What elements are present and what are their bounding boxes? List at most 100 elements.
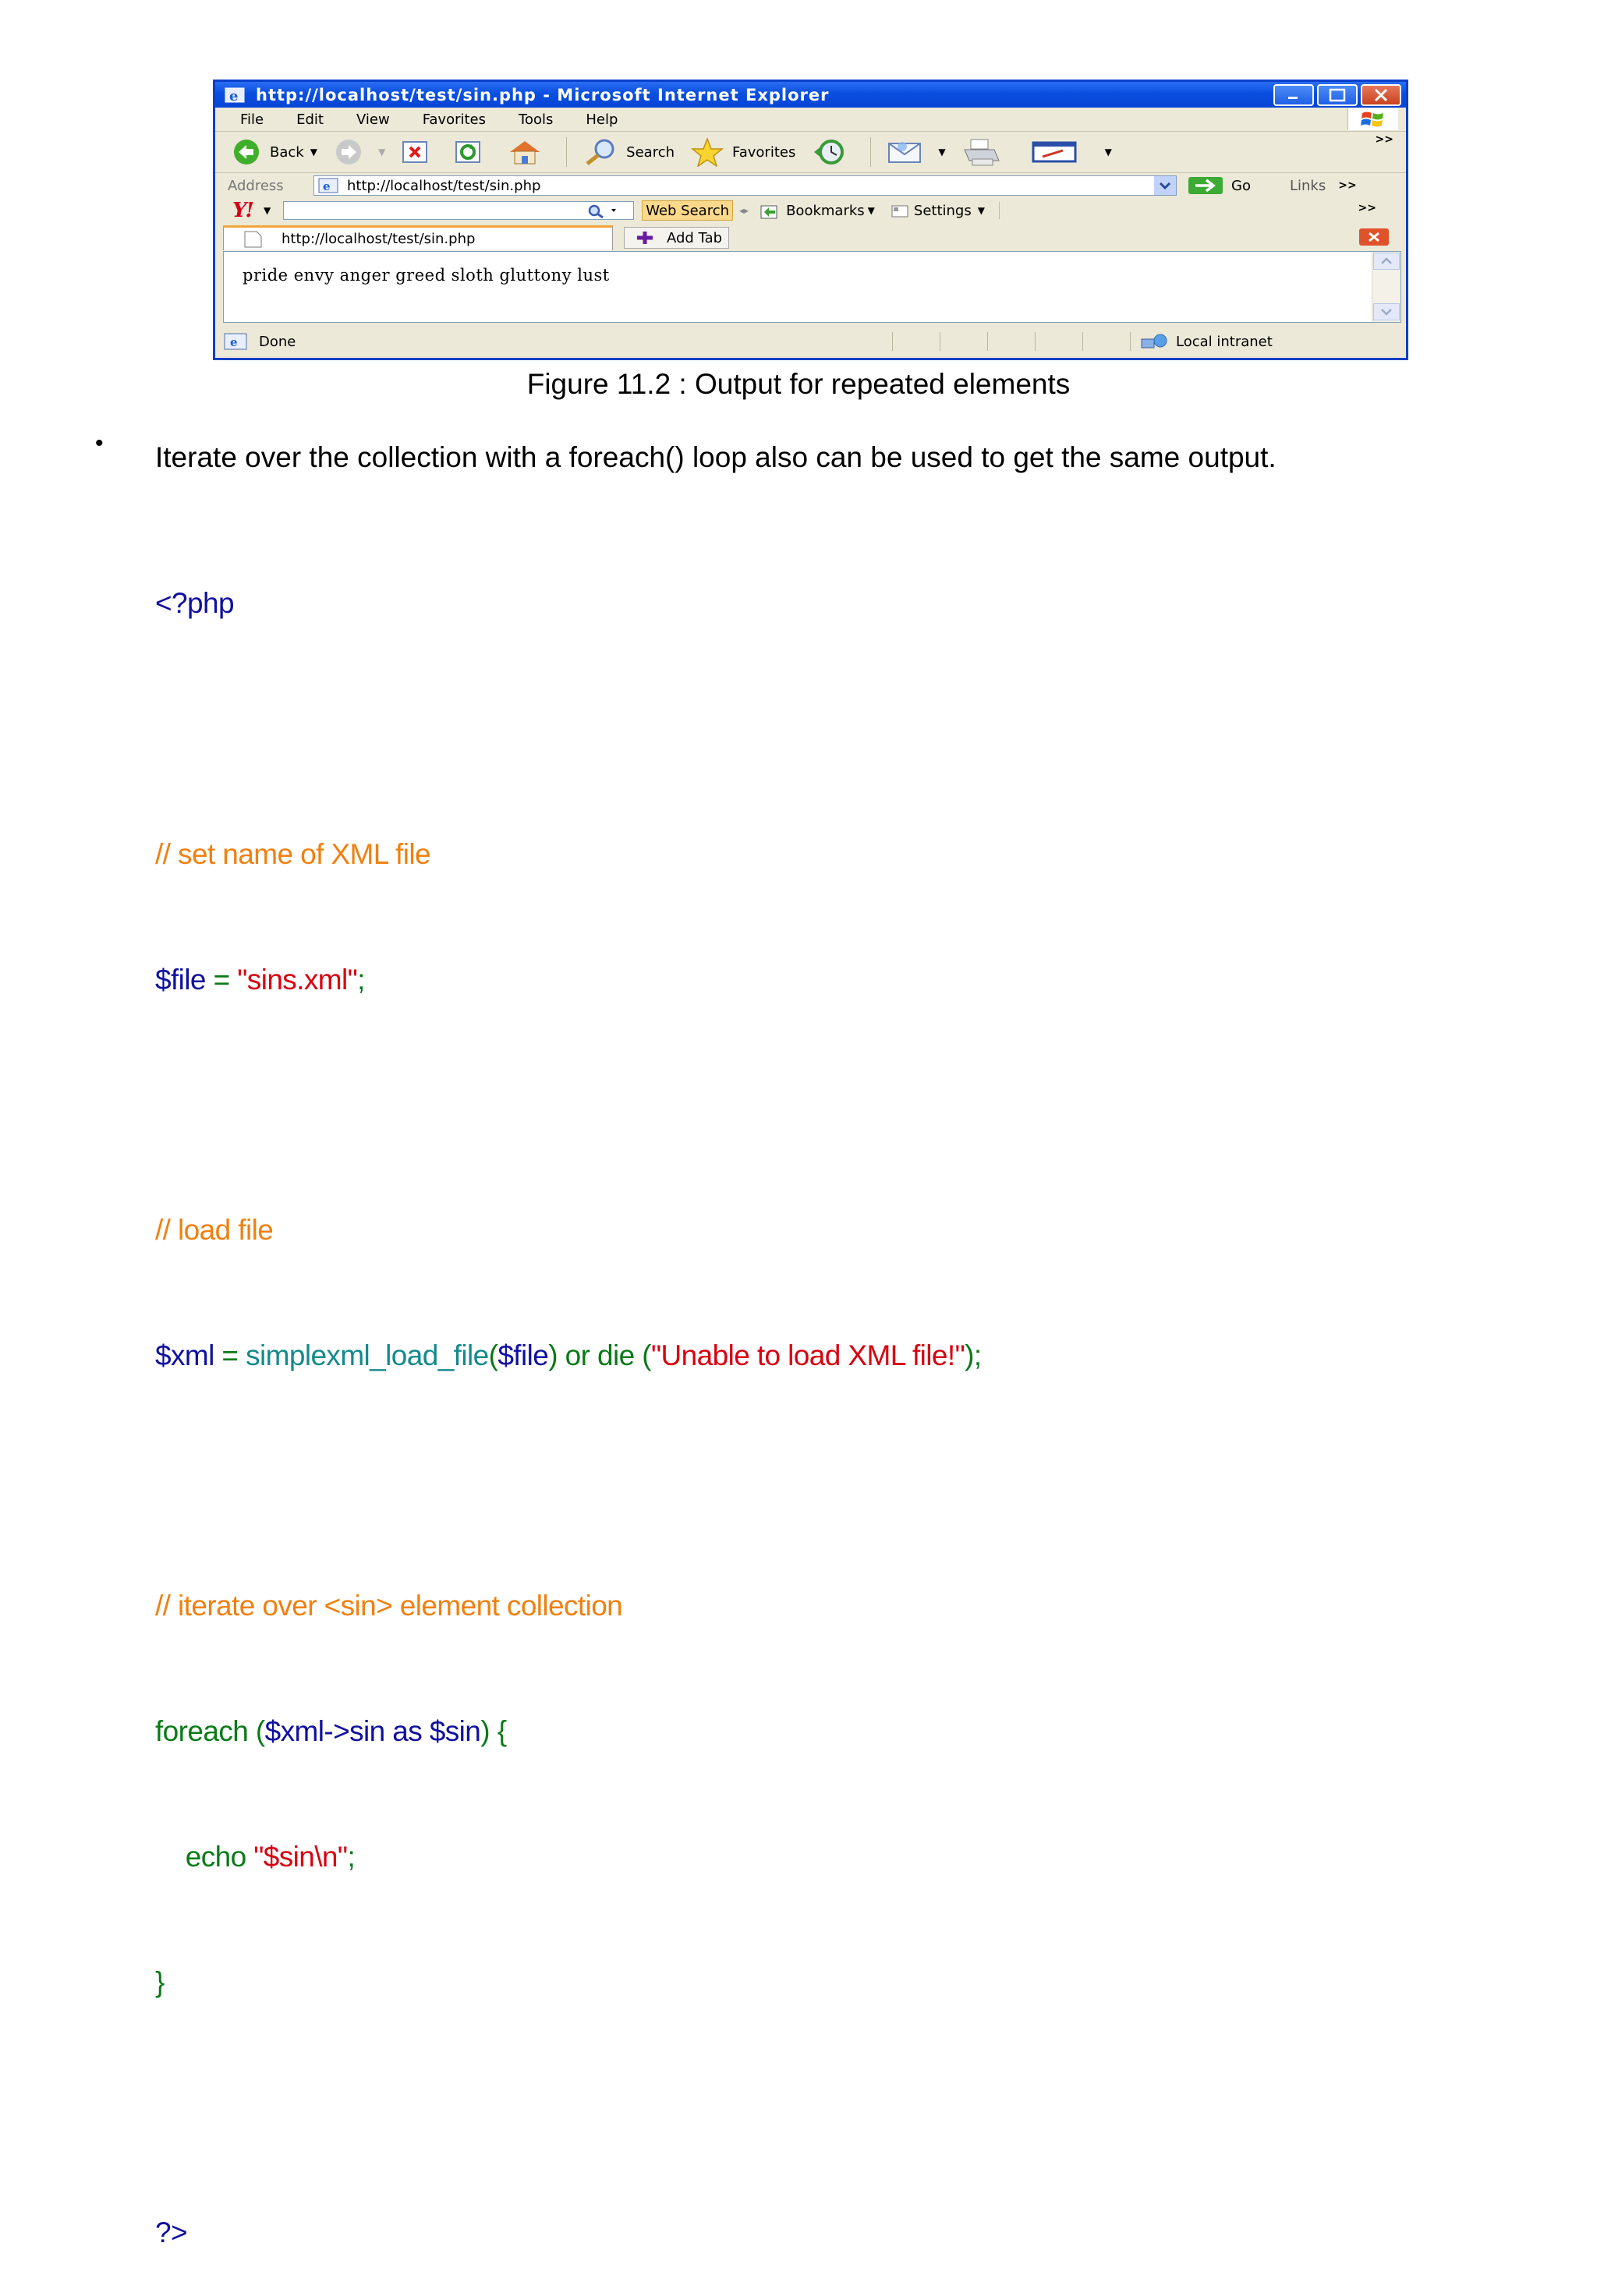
bookmarks-label: Bookmarks bbox=[786, 202, 865, 219]
bookmark-icon bbox=[760, 205, 777, 219]
yahoo-search-input[interactable] bbox=[283, 201, 635, 220]
chevron-down-icon[interactable] bbox=[1154, 176, 1176, 195]
chevron-up-icon bbox=[1381, 257, 1392, 264]
back-arrow-icon bbox=[234, 140, 259, 165]
address-input[interactable]: e http://localhost/test/sin.php bbox=[313, 175, 1177, 196]
chevron-down-icon[interactable]: ▼ bbox=[310, 147, 317, 157]
code-keyword: echo bbox=[155, 1841, 254, 1873]
menu-tools[interactable]: Tools bbox=[519, 111, 553, 128]
menu-bar: File Edit View Favorites Tools Help bbox=[215, 108, 1406, 132]
chevron-down-icon: ▼ bbox=[977, 205, 985, 216]
edit-button[interactable]: ▼ bbox=[1032, 140, 1112, 165]
edit-page-icon bbox=[1032, 141, 1077, 163]
maximize-button[interactable] bbox=[1317, 84, 1358, 106]
plus-icon bbox=[637, 232, 653, 244]
star-icon bbox=[690, 137, 724, 167]
php-close-tag: ?> bbox=[155, 2216, 188, 2249]
scroll-up-button[interactable] bbox=[1373, 253, 1400, 270]
close-icon bbox=[1374, 88, 1388, 102]
forward-arrow-icon bbox=[335, 140, 361, 165]
status-bar: e Done Local intranet bbox=[215, 325, 1406, 358]
search-label: Search bbox=[626, 143, 675, 161]
refresh-button[interactable] bbox=[454, 139, 491, 165]
code-punct: ; bbox=[357, 963, 365, 996]
code-line: // iterate over <sin> element collection bbox=[155, 1585, 982, 1627]
address-label: Address bbox=[228, 177, 284, 194]
yahoo-logo[interactable]: Y! bbox=[232, 199, 254, 222]
back-button[interactable]: Back ▼ bbox=[231, 138, 317, 166]
home-icon bbox=[510, 141, 540, 165]
menu-file[interactable]: File bbox=[240, 111, 264, 128]
search-button[interactable]: Search bbox=[582, 138, 675, 166]
code-block: <?php // set name of XML file $file = "s… bbox=[155, 499, 982, 2296]
code-comment: // iterate over <sin> element collection bbox=[155, 1590, 623, 1622]
scroll-down-button[interactable] bbox=[1373, 303, 1400, 320]
window-title: http://localhost/test/sin.php - Microsof… bbox=[256, 85, 830, 104]
page-output-text: pride envy anger greed sloth gluttony lu… bbox=[243, 266, 610, 285]
page-done-icon: e bbox=[224, 333, 247, 350]
menu-view[interactable]: View bbox=[356, 111, 390, 128]
menu-help[interactable]: Help bbox=[586, 111, 618, 128]
go-button[interactable]: Go bbox=[1188, 176, 1251, 195]
code-variable: $file bbox=[155, 963, 206, 996]
add-tab-label: Add Tab bbox=[667, 229, 723, 246]
figure-caption: Figure 11.2 : Output for repeated elemen… bbox=[526, 368, 1071, 400]
menu-favorites[interactable]: Favorites bbox=[423, 111, 486, 128]
code-punct: ); bbox=[965, 1339, 982, 1371]
minimize-button[interactable] bbox=[1273, 84, 1314, 106]
settings-button[interactable]: Settings ▼ bbox=[891, 203, 985, 219]
links-label[interactable]: Links bbox=[1290, 178, 1326, 194]
code-string: "sins.xml" bbox=[237, 963, 358, 996]
code-line: // load file bbox=[155, 1209, 982, 1251]
status-cell bbox=[892, 332, 940, 351]
stop-icon bbox=[402, 141, 428, 163]
add-tab-button[interactable]: Add Tab bbox=[624, 227, 730, 249]
tab-bar: http://localhost/test/sin.php Add Tab bbox=[215, 224, 1406, 250]
print-button[interactable] bbox=[961, 137, 1010, 167]
security-zone: Local intranet bbox=[1130, 332, 1273, 351]
tab-label: http://localhost/test/sin.php bbox=[282, 231, 476, 247]
address-bar: Address e http://localhost/test/sin.php … bbox=[215, 173, 1406, 198]
svg-text:e: e bbox=[323, 179, 331, 193]
minimize-icon bbox=[1288, 97, 1298, 99]
chevron-down-icon[interactable]: ▼ bbox=[378, 147, 385, 157]
history-button[interactable] bbox=[811, 138, 855, 166]
chevron-down-icon[interactable]: ▼ bbox=[264, 205, 271, 216]
links-overflow-chevron[interactable]: >> bbox=[1338, 179, 1356, 192]
settings-label: Settings bbox=[913, 202, 972, 219]
bookmarks-button[interactable]: Bookmarks ▼ bbox=[758, 201, 875, 220]
mail-button[interactable]: ▼ bbox=[887, 139, 946, 165]
code-string: "Unable to load XML file!" bbox=[650, 1339, 965, 1371]
tab-active[interactable]: http://localhost/test/sin.php bbox=[223, 225, 613, 250]
close-icon bbox=[1369, 232, 1379, 242]
toolbar-separator bbox=[870, 137, 872, 167]
chevron-down-icon[interactable]: ▼ bbox=[1105, 147, 1112, 157]
yahoo-overflow-chevron[interactable]: >> bbox=[1358, 202, 1376, 214]
stop-button[interactable] bbox=[401, 139, 438, 165]
printer-icon bbox=[963, 139, 1000, 166]
close-button[interactable] bbox=[1361, 84, 1401, 106]
close-tab-button[interactable] bbox=[1359, 228, 1389, 246]
vertical-scrollbar[interactable] bbox=[1372, 252, 1400, 322]
code-variable: $xml bbox=[155, 1339, 214, 1371]
favorites-button[interactable]: Favorites bbox=[690, 137, 795, 167]
intranet-icon bbox=[1141, 334, 1167, 348]
code-string: "$sin\n" bbox=[253, 1841, 348, 1873]
title-bar: e http://localhost/test/sin.php - Micros… bbox=[215, 82, 1406, 108]
menu-edit[interactable]: Edit bbox=[296, 111, 324, 128]
code-punct: ) bbox=[548, 1339, 558, 1371]
code-operator: = bbox=[205, 963, 238, 996]
home-button[interactable] bbox=[507, 138, 551, 166]
toolbar-overflow-chevron[interactable]: >> bbox=[1376, 133, 1393, 146]
chevron-down-icon[interactable]: ▼ bbox=[938, 147, 945, 157]
forward-button[interactable]: ▼ bbox=[333, 138, 385, 166]
code-punct: ; bbox=[347, 1841, 356, 1873]
code-line: $file = "sins.xml"; bbox=[155, 959, 982, 1001]
code-variable: $file bbox=[498, 1339, 549, 1371]
web-search-button[interactable]: Web Search bbox=[642, 200, 734, 221]
body-paragraph: Iterate over the collection with a forea… bbox=[155, 441, 1277, 473]
chevron-down-icon: ▼ bbox=[867, 205, 875, 216]
